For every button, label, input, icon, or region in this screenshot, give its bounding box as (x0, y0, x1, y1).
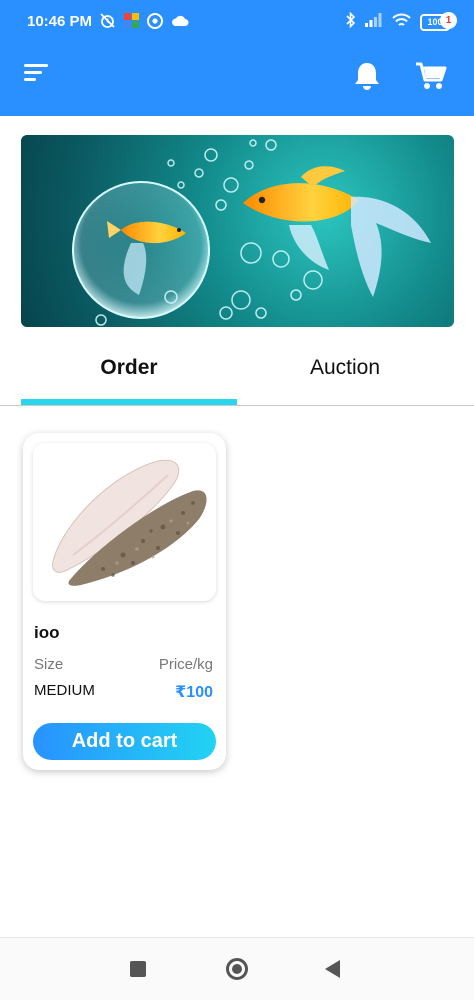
product-image (33, 443, 216, 601)
price-value: ₹100 (175, 684, 213, 701)
status-time: 10:46 PM (27, 13, 93, 30)
goldfish-banner-image (21, 135, 454, 327)
price-label: Price/kg (158, 656, 213, 673)
app-bar (0, 44, 474, 116)
add-to-cart-button[interactable]: Add to cart (33, 723, 216, 760)
chrome-icon (147, 12, 163, 34)
system-nav-bar (0, 937, 474, 1000)
signal-icon (365, 13, 383, 32)
cart-icon[interactable] (414, 58, 454, 92)
recents-square-icon[interactable] (130, 961, 146, 977)
wifi-icon (392, 13, 411, 33)
size-label: Size (34, 656, 64, 673)
photos-icon (124, 13, 139, 33)
order-auction-tabs: Order Auction (0, 340, 474, 406)
product-name: ioo (34, 623, 60, 642)
bluetooth-icon (346, 11, 356, 33)
bell-icon[interactable] (352, 60, 382, 92)
menu-icon[interactable] (24, 62, 50, 84)
home-circle-icon[interactable] (226, 958, 248, 980)
tab-auction[interactable]: Auction (237, 340, 453, 400)
app-screen: 10:46 PM 100 1 Order Auction ioo Size Pr… (0, 0, 474, 1000)
cloud-icon (171, 14, 189, 32)
product-card[interactable]: ioo Size Price/kg MEDIUM ₹100 Add to car… (23, 433, 226, 770)
tab-order[interactable]: Order (21, 340, 237, 400)
cart-count-badge: 1 (440, 12, 457, 29)
status-left-icons (99, 12, 189, 34)
size-value: MEDIUM (34, 682, 95, 699)
alarm-off-icon (99, 12, 116, 34)
top-header: 10:46 PM 100 (0, 0, 474, 116)
back-triangle-icon[interactable] (325, 960, 340, 978)
tabs-divider (0, 405, 474, 406)
status-bar: 10:46 PM 100 (0, 0, 474, 44)
status-right-icons: 100 (346, 11, 453, 33)
